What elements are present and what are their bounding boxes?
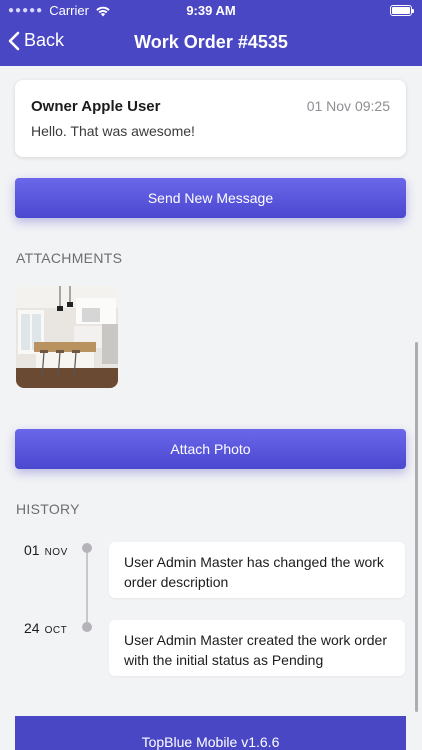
history-date: 01 NOV: [24, 542, 68, 558]
message-timestamp: 01 Nov 09:25: [306, 98, 390, 114]
kitchen-photo: [16, 286, 118, 388]
timeline-dot: [82, 622, 92, 632]
send-new-message-button[interactable]: Send New Message: [15, 178, 406, 218]
history-item: User Admin Master created the work order…: [109, 620, 405, 676]
attachment-thumbnail[interactable]: [16, 286, 118, 388]
timeline-line: [86, 548, 88, 628]
message-card: Owner Apple User 01 Nov 09:25 Hello. Tha…: [15, 80, 406, 157]
battery-icon: [390, 5, 414, 16]
history-date: 24 OCT: [24, 620, 67, 636]
attachments-heading: ATTACHMENTS: [16, 250, 123, 266]
history-day: 01: [24, 542, 40, 558]
history-heading: HISTORY: [16, 501, 80, 517]
message-text: Hello. That was awesome!: [31, 123, 195, 139]
history-month: OCT: [44, 625, 68, 636]
attach-photo-button[interactable]: Attach Photo: [15, 429, 406, 469]
app-header: ●●●●● Carrier 9:39 AM Back Work Order #4…: [0, 0, 422, 66]
app-version-footer: TopBlue Mobile v1.6.6: [15, 716, 406, 750]
status-time: 9:39 AM: [186, 3, 236, 18]
page-title: Work Order #4535: [134, 32, 288, 52]
status-bar: ●●●●● Carrier 9:39 AM: [0, 0, 422, 22]
timeline-dot: [82, 543, 92, 553]
navigation-bar: Back Work Order #4535: [0, 26, 422, 62]
scrollbar[interactable]: [415, 342, 418, 712]
history-month: NOV: [44, 547, 68, 558]
history-item: User Admin Master has changed the work o…: [109, 542, 405, 598]
message-author: Owner Apple User: [31, 98, 161, 115]
history-day: 24: [24, 620, 40, 636]
